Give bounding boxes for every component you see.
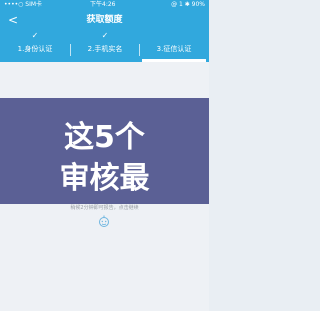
header: ••••○ SIM卡 下午4:26 @ 1 ✱ 90% < 获取额度 ✓ 1.身… bbox=[0, 0, 209, 62]
step-label: 3.征信认证 bbox=[156, 45, 192, 53]
status-time: 下午4:26 bbox=[90, 1, 116, 8]
step-label: 1.身份认证 bbox=[17, 45, 53, 53]
overlay-text-line2: 审核最 bbox=[59, 161, 150, 196]
loading-hint[interactable]: 稍候2分钟即可报告，点击继续 bbox=[45, 204, 164, 212]
status-bar: ••••○ SIM卡 下午4:26 @ 1 ✱ 90% bbox=[0, 0, 209, 10]
step-label: 2.手机实名 bbox=[87, 45, 123, 53]
back-button[interactable]: < bbox=[8, 12, 22, 28]
robot-icon bbox=[99, 215, 109, 227]
check-icon: ✓ bbox=[101, 31, 109, 40]
status-carrier: ••••○ SIM卡 bbox=[4, 1, 43, 8]
overlay-text-line1: 这5个 bbox=[64, 120, 145, 155]
step-progress: ✓ 1.身份认证 ✓ 2.手机实名 3.征信认证 bbox=[0, 30, 209, 62]
step-check-empty bbox=[139, 31, 209, 41]
step-identity[interactable]: ✓ 1.身份认证 bbox=[0, 30, 70, 62]
step-phone[interactable]: ✓ 2.手机实名 bbox=[70, 30, 140, 62]
step-credit[interactable]: 3.征信认证 bbox=[139, 30, 209, 62]
check-icon: ✓ bbox=[31, 31, 39, 40]
chevron-left-icon: < bbox=[8, 13, 19, 27]
page-title: 获取额度 bbox=[86, 15, 123, 25]
status-indicators: @ 1 ✱ 90% bbox=[171, 1, 205, 8]
